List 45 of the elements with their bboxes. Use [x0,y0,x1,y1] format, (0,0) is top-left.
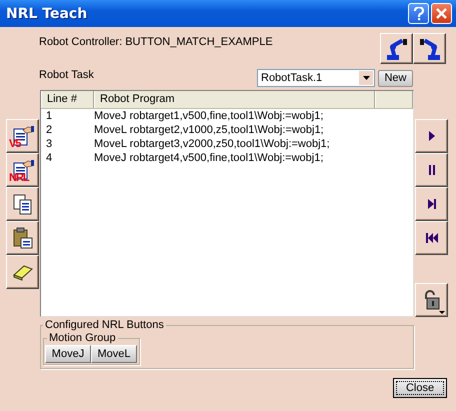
paste-icon [12,227,34,249]
eraser-icon [12,263,34,281]
program-line-cell: MoveL robtarget2,v1000,z5,tool1\Wobj:=wobj1; [94,123,324,137]
robot-button[interactable] [413,33,446,64]
paste-button[interactable] [6,221,39,255]
motion-button[interactable]: MoveL [91,345,137,363]
line-number-cell-text: 3 [45,137,54,151]
controller-label: Robot Controller: BUTTON_MATCH_EXAMPLE [39,35,274,50]
robot-arm-icon [384,36,408,60]
group-title: Motion Group [48,332,117,345]
dropdown-arrow-icon [362,76,370,80]
task-dropdown[interactable]: RobotTask.1 [257,69,375,87]
line-number-cell-text: 2 [45,123,54,137]
robot-arm-icon [418,36,442,60]
robot-button[interactable] [380,33,413,64]
close-icon [436,8,447,19]
lock-button[interactable] [415,283,448,317]
rewind-button[interactable] [415,221,448,255]
copy-button[interactable] [6,187,39,221]
dropdown-arrow-icon [439,311,445,314]
new-button[interactable]: New [378,70,413,86]
rewind-icon [426,233,438,243]
program-line-cell: MoveL robtarget3,v2000,z50,tool1\Wobj:=wobj1; [94,137,330,151]
column-header[interactable]: Robot Program [94,91,375,108]
program-line-cell: MoveJ robtarget1,v500,fine,tool1\Wobj:=wobj1; [94,109,324,123]
task-label: Robot Task [39,68,95,81]
close-dialog-button[interactable]: Close [393,378,447,398]
line-number-cell-text: 1 [45,109,54,123]
copy-icon [12,193,34,215]
play-icon [428,131,436,141]
erase-button[interactable] [6,255,39,289]
help-icon [414,6,424,20]
pause-button[interactable] [415,153,448,187]
help-button[interactable] [408,3,429,24]
window-title: NRL Teach [6,6,88,22]
step-button[interactable] [415,187,448,221]
program-line-cell: MoveJ robtarget4,v500,fine,tool1\Wobj:=wobj1; [94,151,324,165]
play-button[interactable] [415,119,448,153]
line-number-cell-text: 4 [45,151,54,165]
pause-icon [428,165,436,175]
step-forward-icon [426,199,436,209]
column-header[interactable]: Line # [41,91,94,108]
close-button[interactable] [431,3,452,24]
group-title: Configured NRL Buttons [44,319,165,332]
motion-button[interactable]: MoveJ [45,345,91,363]
